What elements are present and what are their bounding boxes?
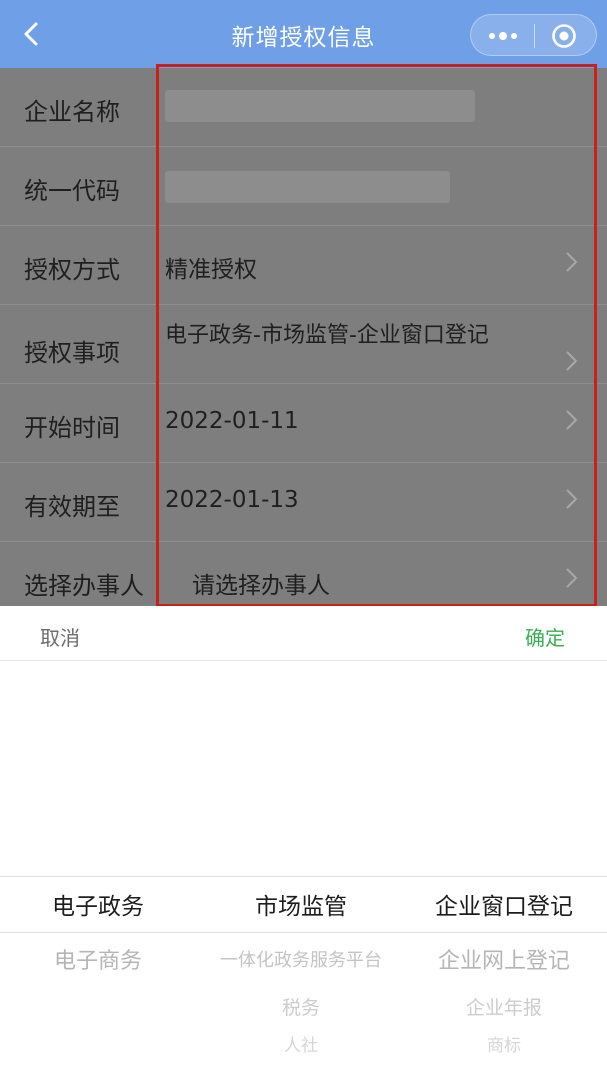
company-name-label: 企业名称 [24,98,120,126]
form-row-unified-code[interactable]: 统一代码 [0,147,607,226]
capsule-divider [534,24,535,48]
picker-col2-option[interactable]: 一体化政务服务平台 [200,946,402,972]
mini-program-capsule [470,14,597,56]
start-date-value: 2022-01-11 [165,408,299,434]
chevron-right-icon [566,252,578,272]
more-dots-icon[interactable] [485,25,521,47]
select-agent-label: 选择办事人 [24,572,144,600]
form-row-auth-item[interactable]: 授权事项 电子政务-市场监管-企业窗口登记 [0,305,607,384]
picker-col2-selected[interactable]: 市场监管 [200,887,402,921]
select-agent-placeholder: 请选择办事人 [192,573,330,599]
auth-method-value: 精准授权 [165,257,257,283]
picker-col2-option[interactable]: 人社 [200,1031,402,1056]
valid-until-value: 2022-01-13 [165,487,299,513]
form-row-start-date[interactable]: 开始时间 2022-01-11 [0,384,607,463]
picker-toolbar: 取消 确定 [0,606,607,661]
target-circle-icon[interactable] [551,23,577,49]
confirm-button[interactable]: 确定 [525,622,565,651]
form-row-company-name[interactable]: 企业名称 [0,68,607,147]
form-row-auth-method[interactable]: 授权方式 精准授权 [0,226,607,305]
picker-col3-option[interactable]: 商标 [414,1031,594,1056]
picker-col2-option[interactable]: 税务 [200,993,402,1020]
form-row-select-agent[interactable]: 选择办事人 请选择办事人 [0,542,607,606]
auth-method-label: 授权方式 [24,256,120,284]
picker-selection-top-line [0,876,607,877]
picker-selection-bottom-line [0,932,607,933]
picker-col1-option[interactable]: 电子商务 [20,943,176,975]
picker-col3-option[interactable]: 企业网上登记 [414,943,594,975]
form-row-valid-until[interactable]: 有效期至 2022-01-13 [0,463,607,542]
redacted-unified-code [165,171,450,203]
chevron-right-icon [566,489,578,509]
chevron-right-icon [566,410,578,430]
redacted-company-name [165,90,475,122]
picker-col3-selected[interactable]: 企业窗口登记 [414,887,594,921]
cancel-button[interactable]: 取消 [40,622,80,651]
auth-item-label: 授权事项 [24,339,120,367]
title-bar: 新增授权信息 [0,0,607,68]
chevron-right-icon [566,351,578,371]
chevron-right-icon [566,568,578,588]
valid-until-label: 有效期至 [24,493,120,521]
start-date-label: 开始时间 [24,414,120,442]
picker-col3-option[interactable]: 企业年报 [414,993,594,1020]
picker-col1-selected[interactable]: 电子政务 [20,887,176,921]
authorization-form: 企业名称 统一代码 授权方式 精准授权 授权事项 电子政务-市场监管-企业窗口登… [0,68,607,606]
unified-code-label: 统一代码 [24,177,120,205]
auth-item-value: 电子政务-市场监管-企业窗口登记 [165,323,489,348]
